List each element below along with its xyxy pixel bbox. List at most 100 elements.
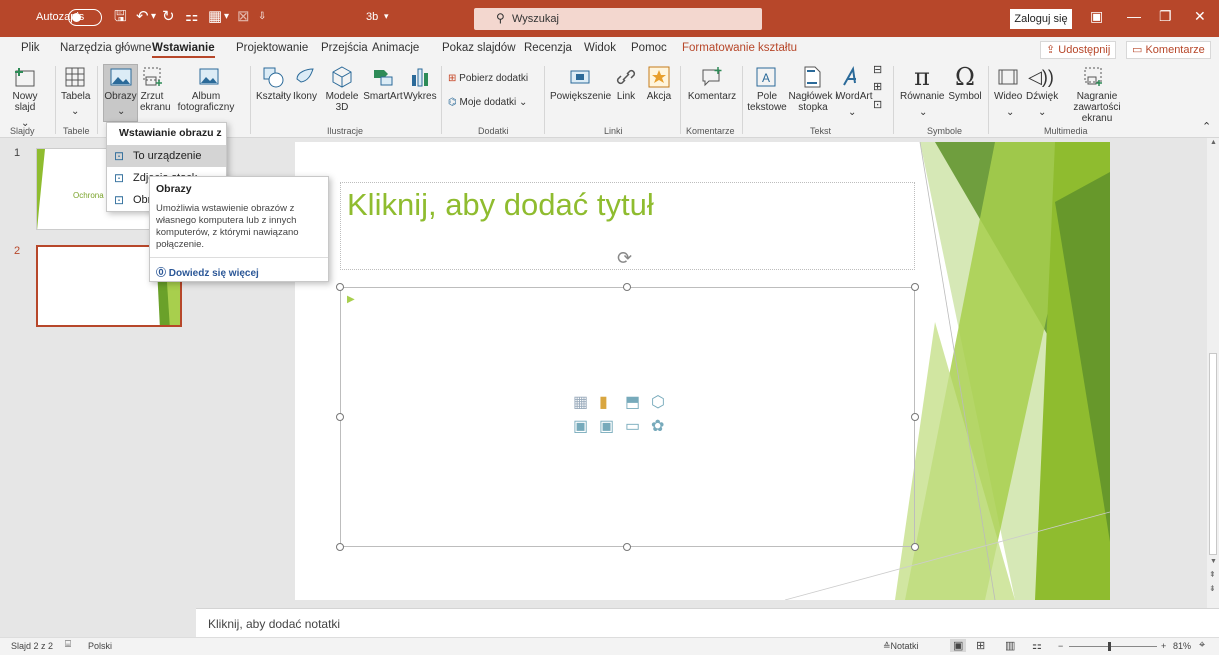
tab-shape-format[interactable]: Formatowanie kształtu xyxy=(682,42,797,54)
tab-insert[interactable]: Wstawianie xyxy=(152,42,215,58)
resize-handle[interactable] xyxy=(336,283,344,291)
table-dropdown-icon[interactable]: ⌄ xyxy=(71,106,79,117)
action-button[interactable]: Akcja xyxy=(645,65,673,102)
undo-icon[interactable]: ↶ xyxy=(136,7,149,27)
layout-dropdown-icon[interactable]: ▾ xyxy=(224,7,229,27)
notes-toggle[interactable]: ≙Notatki xyxy=(883,641,919,652)
object-icon[interactable]: ⊡ xyxy=(873,100,882,111)
wordart-dropdown-icon[interactable]: ⌄ xyxy=(848,107,856,118)
tab-file[interactable]: Plik xyxy=(21,42,40,54)
layout-icon[interactable]: ▦ xyxy=(208,7,222,27)
insert-video-icon[interactable]: ▭ xyxy=(625,416,640,436)
audio-dropdown-icon[interactable]: ⌄ xyxy=(1038,107,1046,118)
redo-icon[interactable]: ↻ xyxy=(162,7,175,27)
tab-slideshow[interactable]: Pokaz slajdów xyxy=(442,42,516,54)
resize-handle[interactable] xyxy=(336,413,344,421)
slide-sorter-icon[interactable]: ⊞ xyxy=(976,639,985,652)
insert-stock-images-icon[interactable]: ▣ xyxy=(599,416,614,436)
video-button[interactable]: Wideo xyxy=(994,65,1022,102)
share-button[interactable]: ⇪ Udostępnij xyxy=(1040,41,1117,59)
tab-view[interactable]: Widok xyxy=(584,42,616,54)
icons-button[interactable]: Ikony xyxy=(291,65,319,102)
vertical-scrollbar[interactable]: ▲ ▼ ⇞ ⇟ xyxy=(1207,138,1219,608)
photo-album-button[interactable]: Album fotograficzny xyxy=(176,65,242,113)
tab-help[interactable]: Pomoc xyxy=(631,42,667,54)
images-button[interactable]: Obrazy xyxy=(104,65,137,102)
slideshow-icon[interactable]: ⚏ xyxy=(185,7,198,27)
doc-dropdown-icon[interactable]: ▾ xyxy=(384,11,389,22)
chart-button[interactable]: Wykres xyxy=(403,65,437,102)
zoom-button[interactable]: Powiększenie xyxy=(550,65,611,102)
tab-design[interactable]: Projektowanie xyxy=(236,42,308,54)
collapse-ribbon-icon[interactable]: ⌃ xyxy=(1202,122,1211,133)
insert-chart-icon[interactable]: ▮ xyxy=(599,392,608,412)
zoom-in-icon[interactable]: + xyxy=(1161,641,1166,651)
notes-pane[interactable]: Kliknij, aby dodać notatki xyxy=(196,608,1219,637)
slide-canvas[interactable]: Kliknij, aby dodać tytuł ⟳ ▶ ▦ ▮ ⬒ ⬡ ▣ ▣… xyxy=(295,142,1110,600)
tab-animations[interactable]: Animacje xyxy=(372,42,419,54)
audio-button[interactable]: ◁)) Dźwięk xyxy=(1026,65,1058,102)
screen-recording-button[interactable]: Nagranie zawartości ekranu xyxy=(1062,65,1126,124)
reading-view-icon[interactable]: ▥ xyxy=(1005,639,1015,652)
normal-view-icon[interactable]: ▣ xyxy=(950,639,967,652)
textbox-button[interactable]: A Pole tekstowe xyxy=(747,65,787,113)
insert-table-icon[interactable]: ▦ xyxy=(573,392,588,412)
document-name[interactable]: 3b xyxy=(366,11,378,23)
insert-3d-model-icon[interactable]: ⬡ xyxy=(651,392,665,412)
header-footer-button[interactable]: Nagłówek i stopka xyxy=(788,65,837,113)
date-time-icon[interactable]: ⊟ xyxy=(873,65,882,76)
comments-button[interactable]: ▭ Komentarze xyxy=(1126,41,1211,59)
get-addins-button[interactable]: ⊞ Pobierz dodatki xyxy=(448,73,528,84)
equation-dropdown-icon[interactable]: ⌄ xyxy=(919,107,927,118)
video-dropdown-icon[interactable]: ⌄ xyxy=(1006,107,1014,118)
equation-button[interactable]: π Równanie xyxy=(900,65,944,102)
spellcheck-icon[interactable]: ⌸ xyxy=(65,639,71,650)
minimize-icon[interactable]: — xyxy=(1127,8,1141,24)
slideshow-view-icon[interactable]: ⚏ xyxy=(1032,639,1042,652)
close-icon[interactable]: ✕ xyxy=(1194,8,1206,25)
scroll-up-icon[interactable]: ▲ xyxy=(1210,139,1217,146)
save-icon[interactable]: 🖫 xyxy=(114,7,127,27)
shapes-button[interactable]: Kształty xyxy=(256,65,291,102)
images-dropdown-icon[interactable]: ⌄ xyxy=(117,106,125,117)
new-slide-button[interactable]: Nowy slajd xyxy=(12,65,38,113)
wordart-button[interactable]: WordArt xyxy=(836,65,873,102)
zoom-slider[interactable] xyxy=(1069,646,1157,647)
resize-handle[interactable] xyxy=(623,283,631,291)
login-button[interactable]: Zaloguj się xyxy=(1010,9,1072,29)
zoom-out-icon[interactable]: − xyxy=(1058,641,1063,651)
scroll-down-icon[interactable]: ▼ xyxy=(1210,558,1217,565)
customize-qat-icon[interactable]: ⇩ xyxy=(258,7,266,27)
insert-picture-icon[interactable]: ▣ xyxy=(573,416,588,436)
learn-more-link[interactable]: ⓪ Dowiedz się więcej xyxy=(156,264,259,279)
resize-handle[interactable] xyxy=(336,543,344,551)
language-label[interactable]: Polski xyxy=(88,641,112,651)
menu-item-this-device[interactable]: ⊡ To urządzenie xyxy=(107,145,226,167)
symbol-button[interactable]: Ω Symbol xyxy=(946,65,984,102)
previous-slide-icon[interactable]: ⇞ xyxy=(1209,570,1216,579)
link-button[interactable]: Link xyxy=(614,65,638,102)
undo-dropdown-icon[interactable]: ▾ xyxy=(151,7,156,27)
search-box[interactable]: ⚲ Wyszukaj xyxy=(474,8,762,30)
tab-review[interactable]: Recenzja xyxy=(524,42,572,54)
content-placeholder[interactable]: ▶ ▦ ▮ ⬒ ⬡ ▣ ▣ ▭ ✿ xyxy=(340,287,915,547)
table-button[interactable]: Tabela xyxy=(61,65,90,102)
resize-handle[interactable] xyxy=(911,543,919,551)
comment-button[interactable]: Komentarz xyxy=(686,65,738,102)
zoom-level[interactable]: 81% xyxy=(1173,641,1191,651)
fit-to-window-icon[interactable]: ⌖ xyxy=(1199,639,1205,652)
tab-home[interactable]: Narzędzia główne xyxy=(60,42,151,54)
insert-icon-icon[interactable]: ✿ xyxy=(651,416,664,436)
next-slide-icon[interactable]: ⇟ xyxy=(1209,584,1216,593)
ribbon-display-icon[interactable]: ▣ xyxy=(1090,8,1103,25)
resize-handle[interactable] xyxy=(623,543,631,551)
screenshot-button[interactable]: Zrzut ekranu xyxy=(140,65,171,113)
3d-models-button[interactable]: Modele 3D xyxy=(322,65,362,113)
zoom-slider-thumb[interactable] xyxy=(1108,642,1111,651)
resize-handle[interactable] xyxy=(911,283,919,291)
scroll-thumb[interactable] xyxy=(1209,353,1217,555)
slide-number-icon[interactable]: ⊞ xyxy=(873,82,882,93)
rotate-handle-icon[interactable]: ⟳ xyxy=(617,248,632,269)
restore-icon[interactable]: ❐ xyxy=(1159,8,1172,25)
autosave-toggle[interactable] xyxy=(68,9,102,26)
